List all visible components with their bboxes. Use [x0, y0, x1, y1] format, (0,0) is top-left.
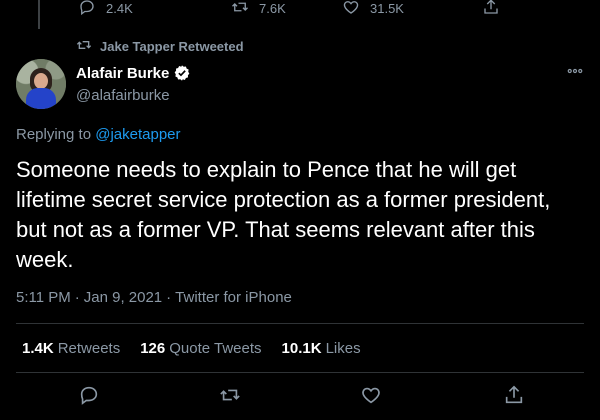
- replying-to-prefix: Replying to: [16, 126, 92, 143]
- previous-like-count: 31.5K: [370, 1, 404, 16]
- retweet-banner-text: Jake Tapper Retweeted: [100, 39, 244, 54]
- verified-badge-icon: [173, 64, 191, 82]
- retweet-icon: [231, 0, 249, 19]
- thread-connector-line: [38, 0, 40, 29]
- quote-tweets-label: Quote Tweets: [169, 340, 262, 357]
- retweets-stat[interactable]: 1.4K Retweets: [22, 340, 120, 357]
- share-button[interactable]: [503, 384, 525, 406]
- retweet-banner[interactable]: Jake Tapper Retweeted: [76, 37, 244, 56]
- previous-retweet-button[interactable]: 7.6K: [231, 0, 286, 19]
- more-options-button[interactable]: [566, 62, 584, 80]
- previous-retweet-count: 7.6K: [259, 1, 286, 16]
- retweet-icon: [219, 384, 241, 406]
- likes-stat[interactable]: 10.1K Likes: [282, 340, 361, 357]
- reply-button[interactable]: [78, 384, 100, 406]
- quote-tweets-count: 126: [140, 340, 166, 357]
- retweet-button[interactable]: [219, 384, 241, 406]
- divider: [16, 323, 584, 324]
- avatar[interactable]: [16, 59, 66, 109]
- author-handle[interactable]: @alafairburke: [76, 87, 170, 104]
- retweet-icon: [76, 37, 92, 56]
- previous-reply-count: 2.4K: [106, 1, 133, 16]
- tweet-time[interactable]: 5:11 PM: [16, 289, 71, 306]
- tweet-meta: 5:11 PM · Jan 9, 2021 · Twitter for iPho…: [16, 289, 292, 306]
- meta-separator: ·: [74, 289, 80, 306]
- share-icon: [503, 384, 525, 406]
- replying-to-mention[interactable]: @jaketapper: [95, 126, 180, 143]
- previous-like-button[interactable]: 31.5K: [342, 0, 404, 19]
- likes-label: Likes: [325, 340, 361, 357]
- tweet-date[interactable]: Jan 9, 2021: [84, 289, 162, 306]
- tweet-detail-view: 2.4K 7.6K 31.5K Jake Tapper Retweeted Al…: [0, 0, 600, 420]
- more-icon: [566, 62, 584, 80]
- tweet-stats: 1.4K Retweets 126 Quote Tweets 10.1K Likes: [22, 340, 361, 357]
- reply-icon: [78, 0, 96, 19]
- author-name-row[interactable]: Alafair Burke: [76, 64, 191, 82]
- reply-icon: [78, 384, 100, 406]
- heart-icon: [360, 384, 382, 406]
- retweets-label: Retweets: [57, 340, 121, 357]
- previous-share-button[interactable]: [482, 0, 500, 19]
- meta-separator: ·: [166, 289, 172, 306]
- previous-reply-button[interactable]: 2.4K: [78, 0, 133, 19]
- quote-tweets-stat[interactable]: 126 Quote Tweets: [140, 340, 261, 357]
- share-icon: [482, 0, 500, 19]
- tweet-text: Someone needs to explain to Pence that h…: [16, 157, 551, 272]
- divider: [16, 372, 584, 373]
- tweet-action-bar: [0, 384, 600, 410]
- previous-tweet-actions: 2.4K 7.6K 31.5K: [0, 0, 600, 29]
- replying-to-line: Replying to @jaketapper: [16, 126, 181, 143]
- author-name[interactable]: Alafair Burke: [76, 65, 169, 82]
- likes-count: 10.1K: [281, 340, 322, 357]
- retweets-count: 1.4K: [22, 340, 54, 357]
- heart-icon: [342, 0, 360, 19]
- tweet-source[interactable]: Twitter for iPhone: [175, 289, 292, 306]
- like-button[interactable]: [360, 384, 382, 406]
